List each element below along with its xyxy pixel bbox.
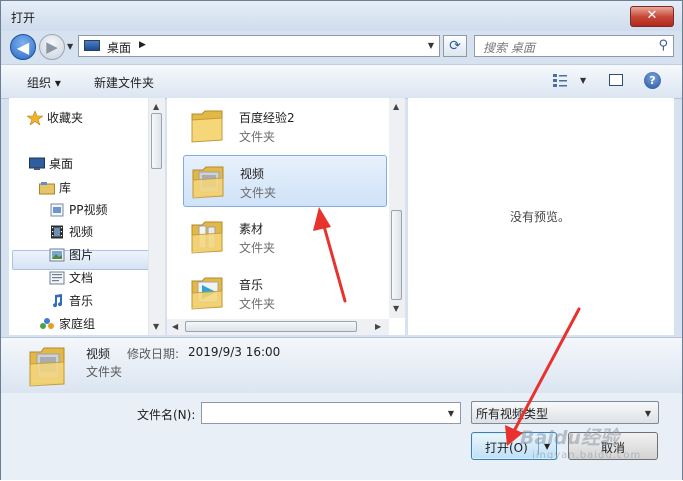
scroll-down-icon[interactable]: ▼	[153, 322, 159, 331]
selected-item-name: 视频	[86, 347, 111, 361]
nav-item-label: 库	[59, 181, 72, 195]
scroll-right-icon[interactable]: ▶	[375, 322, 381, 331]
folder-icon	[191, 221, 223, 254]
help-icon[interactable]: ?	[644, 72, 661, 89]
music-note-icon	[53, 294, 63, 308]
picture-icon	[49, 248, 65, 262]
file-name: 视频	[240, 167, 265, 181]
change-view-icon[interactable]	[552, 73, 568, 88]
nav-item-label: 桌面	[49, 157, 74, 171]
file-item-videos[interactable]: 视频 文件夹	[183, 155, 387, 207]
open-file-dialog: 打开 ✕ ◀ ▶ ▼ 桌面 ▶ ▼ ⟳ 搜索 桌面 ⚲ 组织 ▾ 新建文件夹 ▼…	[0, 0, 683, 480]
desktop-icon	[29, 157, 45, 170]
title-bar: 打开 ✕	[1, 1, 682, 31]
file-type-select[interactable]: 所有视频类型 ▼	[471, 401, 659, 424]
search-icon[interactable]: ⚲	[658, 38, 668, 53]
file-list-horizontal-scrollbar[interactable]: ◀ ▶	[167, 319, 389, 335]
scrollbar-thumb[interactable]	[391, 210, 402, 300]
scrollbar-thumb[interactable]	[151, 113, 162, 169]
navigation-pane: 收藏夹 桌面 库 PP视频 视频 图片 文档 音乐 家庭组	[9, 98, 163, 335]
preview-pane-toggle-icon[interactable]	[609, 74, 623, 86]
scroll-up-icon[interactable]: ▲	[153, 102, 159, 111]
file-type: 文件夹	[239, 297, 276, 311]
close-button[interactable]: ✕	[630, 6, 674, 27]
watermark-subtext: jingyan.baidu.com	[532, 450, 642, 461]
command-toolbar: 组织 ▾ 新建文件夹 ▼ ?	[1, 64, 682, 99]
search-placeholder: 搜索 桌面	[483, 41, 535, 55]
breadcrumb-chevron-icon[interactable]: ▶	[139, 40, 146, 50]
scroll-down-icon[interactable]: ▼	[393, 304, 399, 313]
nav-item-label: 音乐	[69, 294, 94, 308]
baidu-watermark: Baidu经验 jingyan.baidu.com	[520, 423, 680, 465]
scroll-left-icon[interactable]: ◀	[172, 322, 178, 331]
window-title: 打开	[11, 11, 36, 25]
star-icon	[27, 111, 43, 125]
preview-pane: 没有预览。	[408, 98, 674, 335]
filename-label: 文件名(N):	[137, 408, 196, 422]
file-type: 文件夹	[239, 241, 276, 255]
file-list-vertical-scrollbar[interactable]: ▲ ▼	[389, 98, 405, 318]
no-preview-message: 没有预览。	[510, 210, 571, 224]
folder-icon	[191, 110, 223, 143]
nav-item-label: 图片	[69, 248, 94, 262]
homegroup-icon	[40, 318, 54, 329]
details-pane: 视频 修改日期: 2019/9/3 16:00 文件夹	[1, 337, 682, 393]
film-icon	[51, 225, 63, 239]
nav-item-label: 收藏夹	[47, 111, 84, 125]
video-library-icon	[50, 203, 64, 217]
navigation-pane-scrollbar[interactable]: ▲ ▼	[148, 98, 165, 335]
nav-item-label: 视频	[69, 225, 94, 239]
file-type-value: 所有视频类型	[476, 407, 549, 421]
filename-input[interactable]: ▼	[201, 402, 461, 424]
file-type: 文件夹	[239, 130, 276, 144]
nav-item-label: 家庭组	[59, 317, 96, 331]
search-input[interactable]: 搜索 桌面 ⚲	[474, 35, 674, 57]
folder-icon	[191, 277, 223, 310]
selected-item-type: 文件夹	[86, 365, 123, 379]
modified-date-label: 修改日期:	[127, 347, 180, 361]
file-item-baidu-jingyan2[interactable]: 百度经验2 文件夹	[183, 100, 387, 152]
address-bar[interactable]: 桌面 ▶ ▼	[78, 35, 440, 57]
recent-locations-dropdown[interactable]: ▼	[67, 42, 73, 51]
file-item-music[interactable]: 音乐 文件夹	[183, 267, 387, 319]
file-name: 音乐	[239, 278, 264, 292]
file-name: 百度经验2	[239, 111, 295, 125]
address-dropdown-icon[interactable]: ▼	[428, 41, 434, 50]
folder-icon	[192, 166, 224, 199]
file-name: 素材	[239, 222, 264, 236]
file-type: 文件夹	[240, 186, 277, 200]
nav-item-label: PP视频	[69, 203, 108, 217]
chevron-down-icon[interactable]: ▼	[645, 409, 651, 418]
scrollbar-thumb[interactable]	[185, 321, 357, 332]
nav-item-label: 文档	[69, 271, 94, 285]
scroll-up-icon[interactable]: ▲	[393, 102, 399, 111]
address-location[interactable]: 桌面	[107, 39, 131, 56]
filename-history-dropdown-icon[interactable]: ▼	[448, 409, 454, 418]
new-folder-button[interactable]: 新建文件夹	[94, 74, 154, 91]
desktop-icon	[84, 40, 100, 51]
back-button[interactable]: ◀	[10, 34, 36, 60]
view-options-dropdown-icon[interactable]: ▼	[580, 76, 586, 85]
file-list: 百度经验2 文件夹 视频 文件夹 素材 文件夹 音乐 文件夹	[167, 98, 405, 335]
forward-button[interactable]: ▶	[39, 34, 65, 60]
organize-menu[interactable]: 组织 ▾	[27, 74, 61, 91]
folder-icon	[29, 347, 65, 387]
navigation-bar: ◀ ▶ ▼ 桌面 ▶ ▼ ⟳ 搜索 桌面 ⚲	[1, 31, 682, 63]
refresh-button[interactable]: ⟳	[443, 35, 467, 57]
watermark-text: Baidu经验	[520, 427, 619, 449]
file-item-material[interactable]: 素材 文件夹	[183, 211, 387, 263]
modified-date-value: 2019/9/3 16:00	[188, 345, 281, 359]
library-icon	[39, 182, 55, 195]
document-icon	[49, 271, 65, 285]
